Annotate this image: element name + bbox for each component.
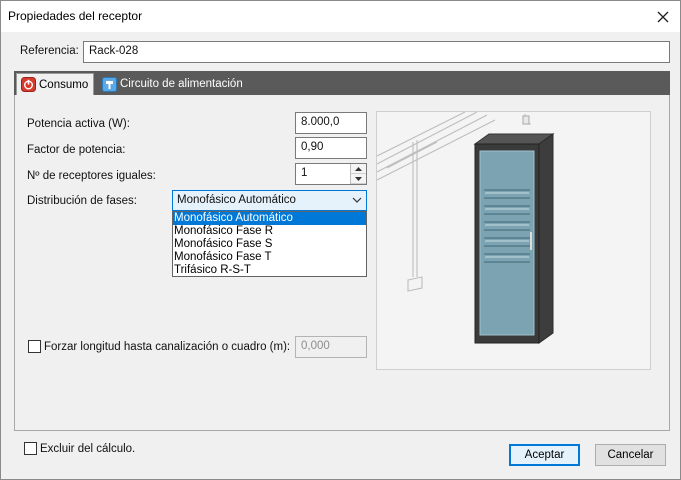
tab-circuito-alimentacion[interactable]: Circuito de alimentación: [98, 73, 258, 95]
distribucion-selected-value: Monofásico Automático: [177, 194, 296, 206]
close-icon: [657, 11, 669, 22]
forzar-checkbox[interactable]: [28, 340, 41, 353]
aceptar-button[interactable]: Aceptar: [509, 444, 580, 466]
dropdown-option[interactable]: Monofásico Fase R: [173, 225, 366, 238]
distribucion-select[interactable]: Monofásico Automático: [172, 190, 367, 211]
potencia-label: Potencia activa (W):: [27, 118, 130, 130]
forzar-label: Forzar longitud hasta canalización o cua…: [44, 341, 291, 353]
dropdown-option[interactable]: Monofásico Fase T: [173, 251, 366, 264]
tab-strip: Consumo Circuito de alimentación: [14, 71, 670, 95]
dropdown-option[interactable]: Monofásico Automático: [173, 212, 366, 225]
dropdown-option[interactable]: Trifásico R-S-T: [173, 264, 366, 277]
referencia-input[interactable]: Rack-028: [83, 41, 670, 63]
tab-consumo-label: Consumo: [39, 78, 89, 91]
cancelar-button[interactable]: Cancelar: [595, 444, 666, 466]
tab-circuito-label: Circuito de alimentación: [120, 78, 243, 90]
dropdown-option[interactable]: Monofásico Fase S: [173, 238, 366, 251]
spin-up-button[interactable]: [351, 164, 366, 174]
factor-label: Factor de potencia:: [27, 144, 126, 156]
triangle-up-icon: [355, 166, 362, 171]
receptor-properties-dialog: Propiedades del receptor Referencia: Rac…: [0, 0, 681, 480]
spin-down-button[interactable]: [351, 174, 366, 184]
tab-consumo[interactable]: Consumo: [16, 73, 94, 95]
rack-preview: [376, 111, 651, 370]
receptores-value: 1: [301, 167, 308, 179]
triangle-down-icon: [355, 176, 362, 181]
forzar-length-input: 0,000: [295, 336, 367, 358]
chevron-down-icon: [352, 197, 362, 203]
title-bar: Propiedades del receptor: [1, 1, 680, 32]
receptores-spin: [350, 164, 366, 184]
window-title: Propiedades del receptor: [8, 9, 143, 23]
distribucion-dropdown-list: Monofásico Automático Monofásico Fase R …: [172, 211, 367, 277]
potencia-input[interactable]: 8.000,0: [295, 112, 367, 134]
rack-3d-illustration: [376, 111, 555, 344]
supply-circuit-icon: [102, 76, 117, 92]
factor-input[interactable]: 0,90: [295, 137, 367, 159]
referencia-label: Referencia:: [20, 45, 79, 57]
distribucion-label: Distribución de fases:: [27, 195, 137, 207]
excluir-label: Excluir del cálculo.: [40, 443, 136, 455]
power-icon: [21, 77, 36, 92]
excluir-checkbox[interactable]: [24, 442, 37, 455]
receptores-label: Nº de receptores iguales:: [27, 170, 156, 182]
close-button[interactable]: [646, 1, 680, 32]
